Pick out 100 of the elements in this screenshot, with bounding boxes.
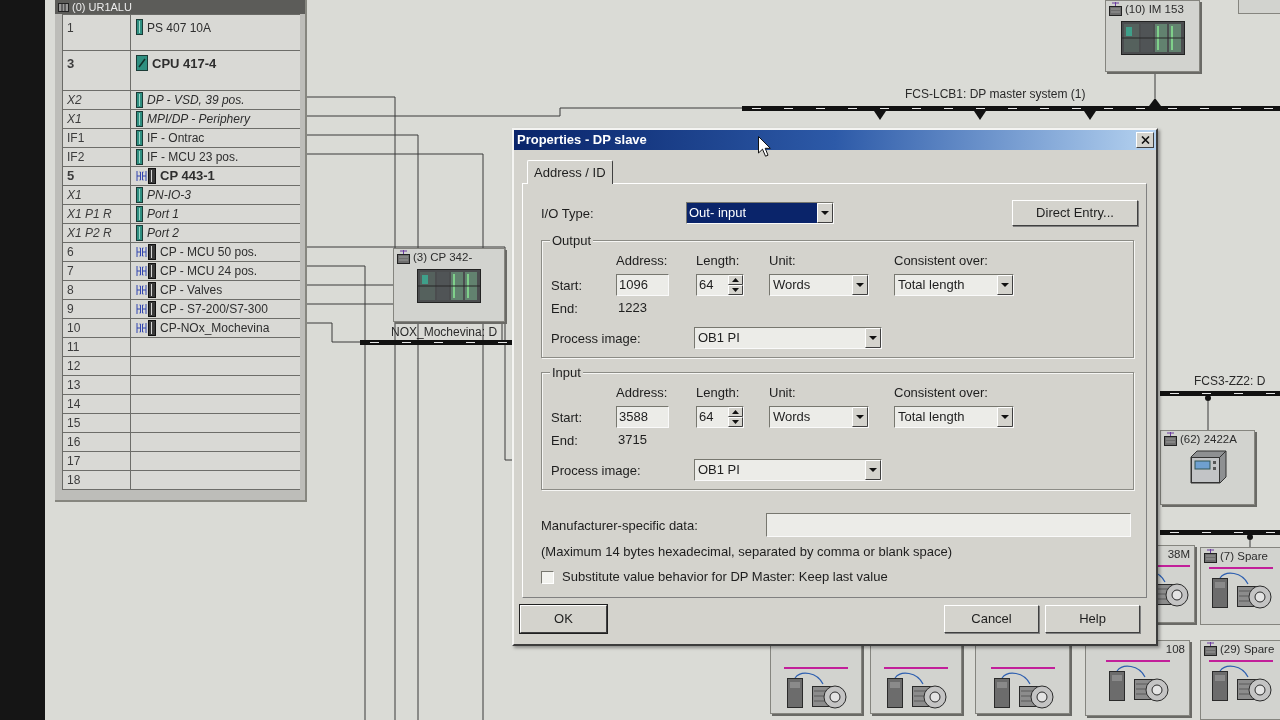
column-header: Address: bbox=[616, 253, 668, 268]
slave-node[interactable]: 108 bbox=[1085, 640, 1190, 716]
slot-cell: X1 bbox=[63, 110, 131, 128]
bus-connector-icon bbox=[1247, 534, 1253, 540]
module-name: CP - S7-200/S7-300 bbox=[160, 301, 268, 318]
slot-cell: 17 bbox=[63, 452, 131, 470]
column-header: Consistent over: bbox=[894, 253, 988, 268]
ok-button[interactable]: OK bbox=[520, 605, 607, 633]
bus-label: FCS-LCB1: DP master system (1) bbox=[905, 88, 1086, 101]
rack-title: (0) UR1ALU bbox=[72, 1, 132, 13]
module-name: DP - VSD, 39 pos. bbox=[147, 92, 245, 109]
module-icon bbox=[136, 149, 143, 165]
cancel-button[interactable]: Cancel bbox=[944, 605, 1039, 633]
slot-cell: 18 bbox=[63, 471, 131, 489]
rack-icon bbox=[58, 2, 69, 12]
slave-icon bbox=[1109, 2, 1122, 16]
length-spinner[interactable]: 64 bbox=[696, 274, 744, 296]
io-type-label: I/O Type: bbox=[541, 206, 594, 221]
process-image-label: Process image: bbox=[551, 463, 641, 478]
network-module-icon bbox=[136, 282, 156, 298]
slot-cell: X1 bbox=[63, 186, 131, 204]
close-button[interactable] bbox=[1136, 132, 1154, 148]
slot-cell: 1 bbox=[63, 15, 131, 50]
module-name: PS 407 10A bbox=[147, 20, 212, 37]
node-label: 108 bbox=[1165, 642, 1185, 656]
slave-node[interactable]: (62) 2422A bbox=[1160, 430, 1255, 505]
drop-line bbox=[1154, 71, 1156, 99]
process-image-label: Process image: bbox=[551, 331, 641, 346]
module-name: CP - Valves bbox=[160, 282, 223, 299]
io-type-dropdown[interactable]: Out- input bbox=[686, 202, 834, 224]
slot-cell: 12 bbox=[63, 357, 131, 375]
slave-node[interactable]: (7) Spare bbox=[1200, 547, 1280, 625]
module-name: CP-NOx_Mochevina bbox=[160, 320, 270, 337]
dropdown-arrow-icon bbox=[865, 460, 881, 480]
drive-motor-drawing bbox=[1207, 566, 1274, 610]
network-module-icon bbox=[136, 301, 156, 317]
node-label: (7) Spare bbox=[1220, 549, 1268, 563]
slave-node[interactable]: (3) CP 342- bbox=[393, 248, 505, 322]
drive-motor-drawing bbox=[883, 666, 949, 710]
slot-cell: 16 bbox=[63, 433, 131, 451]
node-label: (10) IM 153 bbox=[1125, 2, 1184, 16]
slot-cell: 9 bbox=[63, 300, 131, 318]
slave-icon bbox=[397, 250, 410, 264]
length-spinner[interactable]: 64 bbox=[696, 406, 744, 428]
node-label: (3) CP 342- bbox=[413, 250, 473, 264]
slave-node[interactable]: (10) IM 153 bbox=[1105, 0, 1200, 72]
dropdown-arrow-icon bbox=[997, 275, 1013, 295]
slave-node[interactable] bbox=[1238, 0, 1280, 14]
module-icon bbox=[136, 225, 143, 241]
dropdown-arrow-icon bbox=[865, 328, 881, 348]
module-name: CP - MCU 50 pos. bbox=[160, 244, 258, 261]
network-module-icon bbox=[136, 320, 156, 336]
node-label: (62) 2422A bbox=[1180, 432, 1237, 446]
column-header: Unit: bbox=[769, 385, 796, 400]
consistency-dropdown[interactable]: Total length bbox=[894, 274, 1014, 296]
module-icon bbox=[136, 19, 143, 35]
slot-cell: X1 P1 R bbox=[63, 205, 131, 223]
tab[interactable]: Address / ID bbox=[527, 160, 613, 184]
module-name: Port 2 bbox=[147, 225, 179, 242]
start-address-field[interactable]: 1096 bbox=[616, 274, 669, 296]
help-button[interactable]: Help bbox=[1045, 605, 1140, 633]
module-name: IF - MCU 23 pos. bbox=[147, 149, 239, 166]
slave-node[interactable]: (29) Spare bbox=[1200, 640, 1280, 720]
cursor-icon bbox=[758, 136, 771, 157]
slot-cell: 5 bbox=[63, 167, 131, 185]
module-icon bbox=[136, 187, 143, 203]
dropdown-arrow-icon bbox=[852, 275, 868, 295]
checkbox[interactable] bbox=[541, 570, 554, 584]
dropdown-arrow-icon bbox=[852, 407, 868, 427]
bus-label: NOX_Mochevina: D bbox=[391, 326, 498, 339]
group-title: Output bbox=[550, 233, 594, 248]
column-header: Address: bbox=[616, 385, 668, 400]
consistency-dropdown[interactable]: Total length bbox=[894, 406, 1014, 428]
node-label: 38M bbox=[1167, 547, 1190, 561]
drop-line bbox=[501, 323, 503, 341]
node-label: (29) Spare bbox=[1220, 642, 1275, 656]
device-drawing bbox=[1187, 449, 1228, 485]
unit-dropdown[interactable]: Words bbox=[769, 274, 869, 296]
slot-cell: 13 bbox=[63, 376, 131, 394]
unit-dropdown[interactable]: Words bbox=[769, 406, 869, 428]
end-label: End: bbox=[551, 301, 578, 316]
module-name: PN-IO-3 bbox=[147, 187, 191, 204]
network-module-icon bbox=[136, 263, 156, 279]
module-icon bbox=[136, 206, 143, 222]
hint-text: (Maximum 14 bytes hexadecimal, separated by comma or blank space) bbox=[541, 544, 953, 560]
slot-cell: 7 bbox=[63, 262, 131, 280]
drive-motor-drawing bbox=[783, 666, 849, 710]
process-image-dropdown[interactable]: OB1 PI bbox=[694, 459, 882, 481]
direct-entry-button[interactable]: Direct Entry... bbox=[1012, 200, 1138, 226]
group-title: Input bbox=[550, 365, 583, 380]
process-image-dropdown[interactable]: OB1 PI bbox=[694, 327, 882, 349]
drive-motor-drawing bbox=[1207, 659, 1274, 703]
drive-motor-drawing bbox=[989, 666, 1056, 710]
spin-arrows-icon bbox=[728, 275, 743, 295]
slot-cell: 14 bbox=[63, 395, 131, 413]
manufacturer-data-field[interactable] bbox=[766, 513, 1131, 537]
start-address-field[interactable]: 3588 bbox=[616, 406, 669, 428]
slot-cell: X1 P2 R bbox=[63, 224, 131, 242]
close-icon bbox=[1140, 136, 1150, 144]
cpu-module-icon bbox=[136, 55, 148, 71]
